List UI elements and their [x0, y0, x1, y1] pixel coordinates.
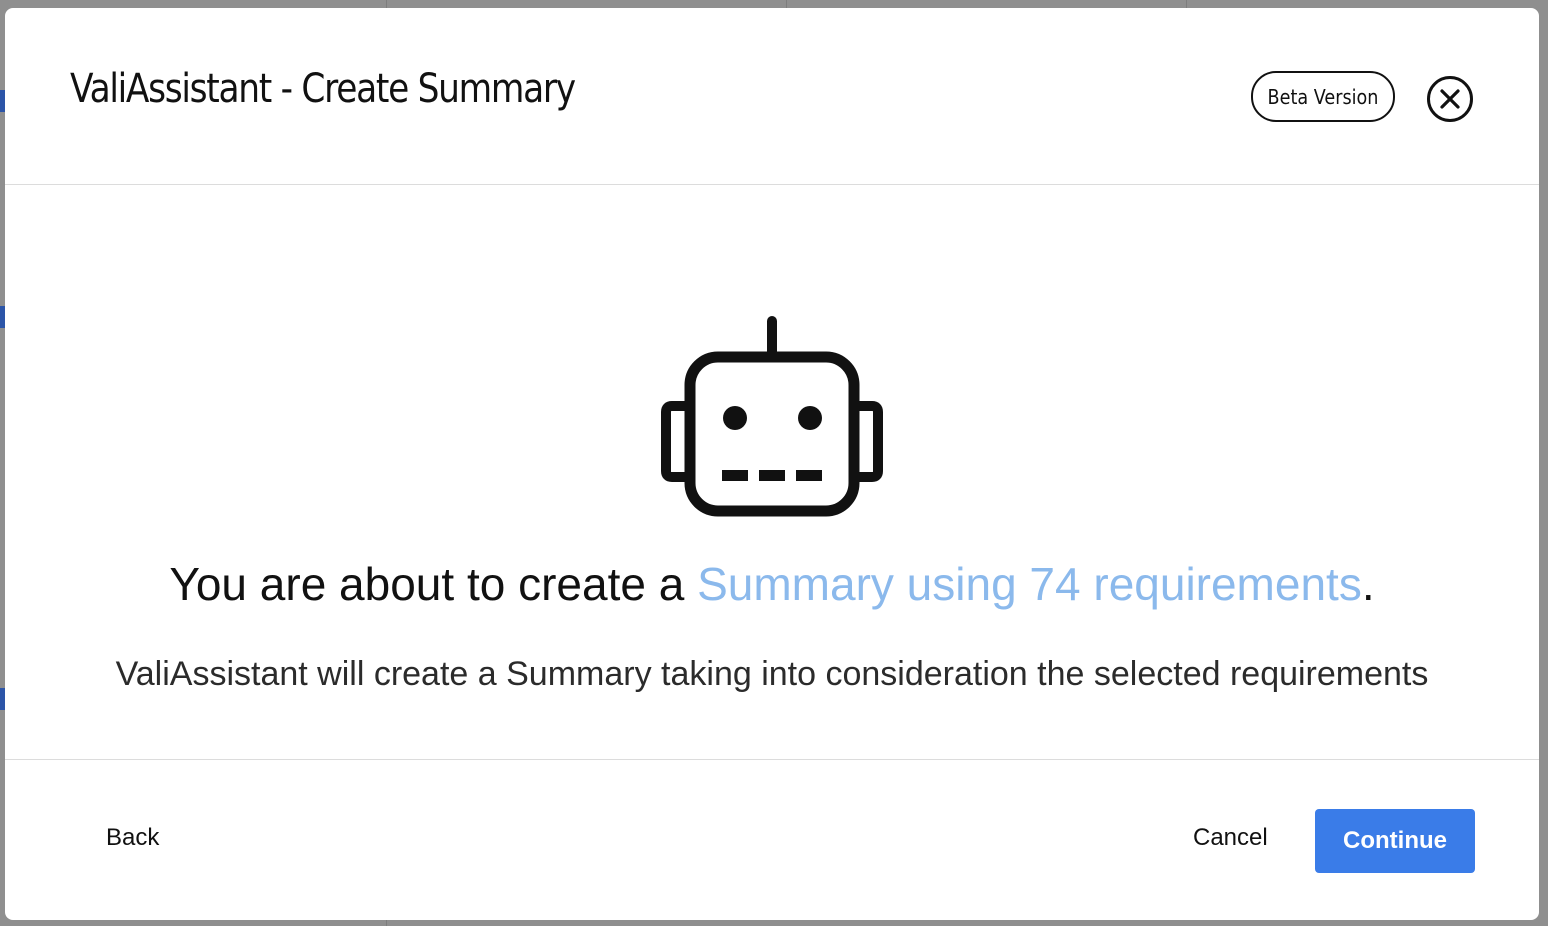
dialog-footer: Back Cancel Continue [5, 760, 1539, 920]
beta-badge: Beta Version [1251, 71, 1395, 122]
back-button[interactable]: Back [106, 824, 159, 852]
continue-button[interactable]: Continue [1315, 809, 1475, 873]
confirmation-headline: You are about to create a Summary using … [5, 557, 1539, 611]
dialog-header: ValiAssistant - Create Summary Beta Vers… [5, 8, 1539, 185]
headline-suffix: . [1361, 558, 1375, 610]
headline-prefix: You are about to create a [169, 558, 698, 610]
dialog-title: ValiAssistant - Create Summary [70, 66, 576, 112]
dialog-body: You are about to create a Summary using … [5, 185, 1539, 760]
create-summary-dialog: ValiAssistant - Create Summary Beta Vers… [5, 8, 1539, 920]
close-circle-icon [1427, 76, 1473, 122]
beta-badge-label: Beta Version [1267, 84, 1379, 109]
confirmation-description: ValiAssistant will create a Summary taki… [115, 655, 1429, 693]
close-button[interactable] [1426, 75, 1474, 123]
background-divider [1186, 0, 1187, 8]
headline-highlight: Summary using 74 requirements [697, 558, 1362, 610]
cancel-button[interactable]: Cancel [1193, 824, 1268, 852]
background-divider [786, 0, 787, 8]
robot-icon [661, 316, 883, 517]
